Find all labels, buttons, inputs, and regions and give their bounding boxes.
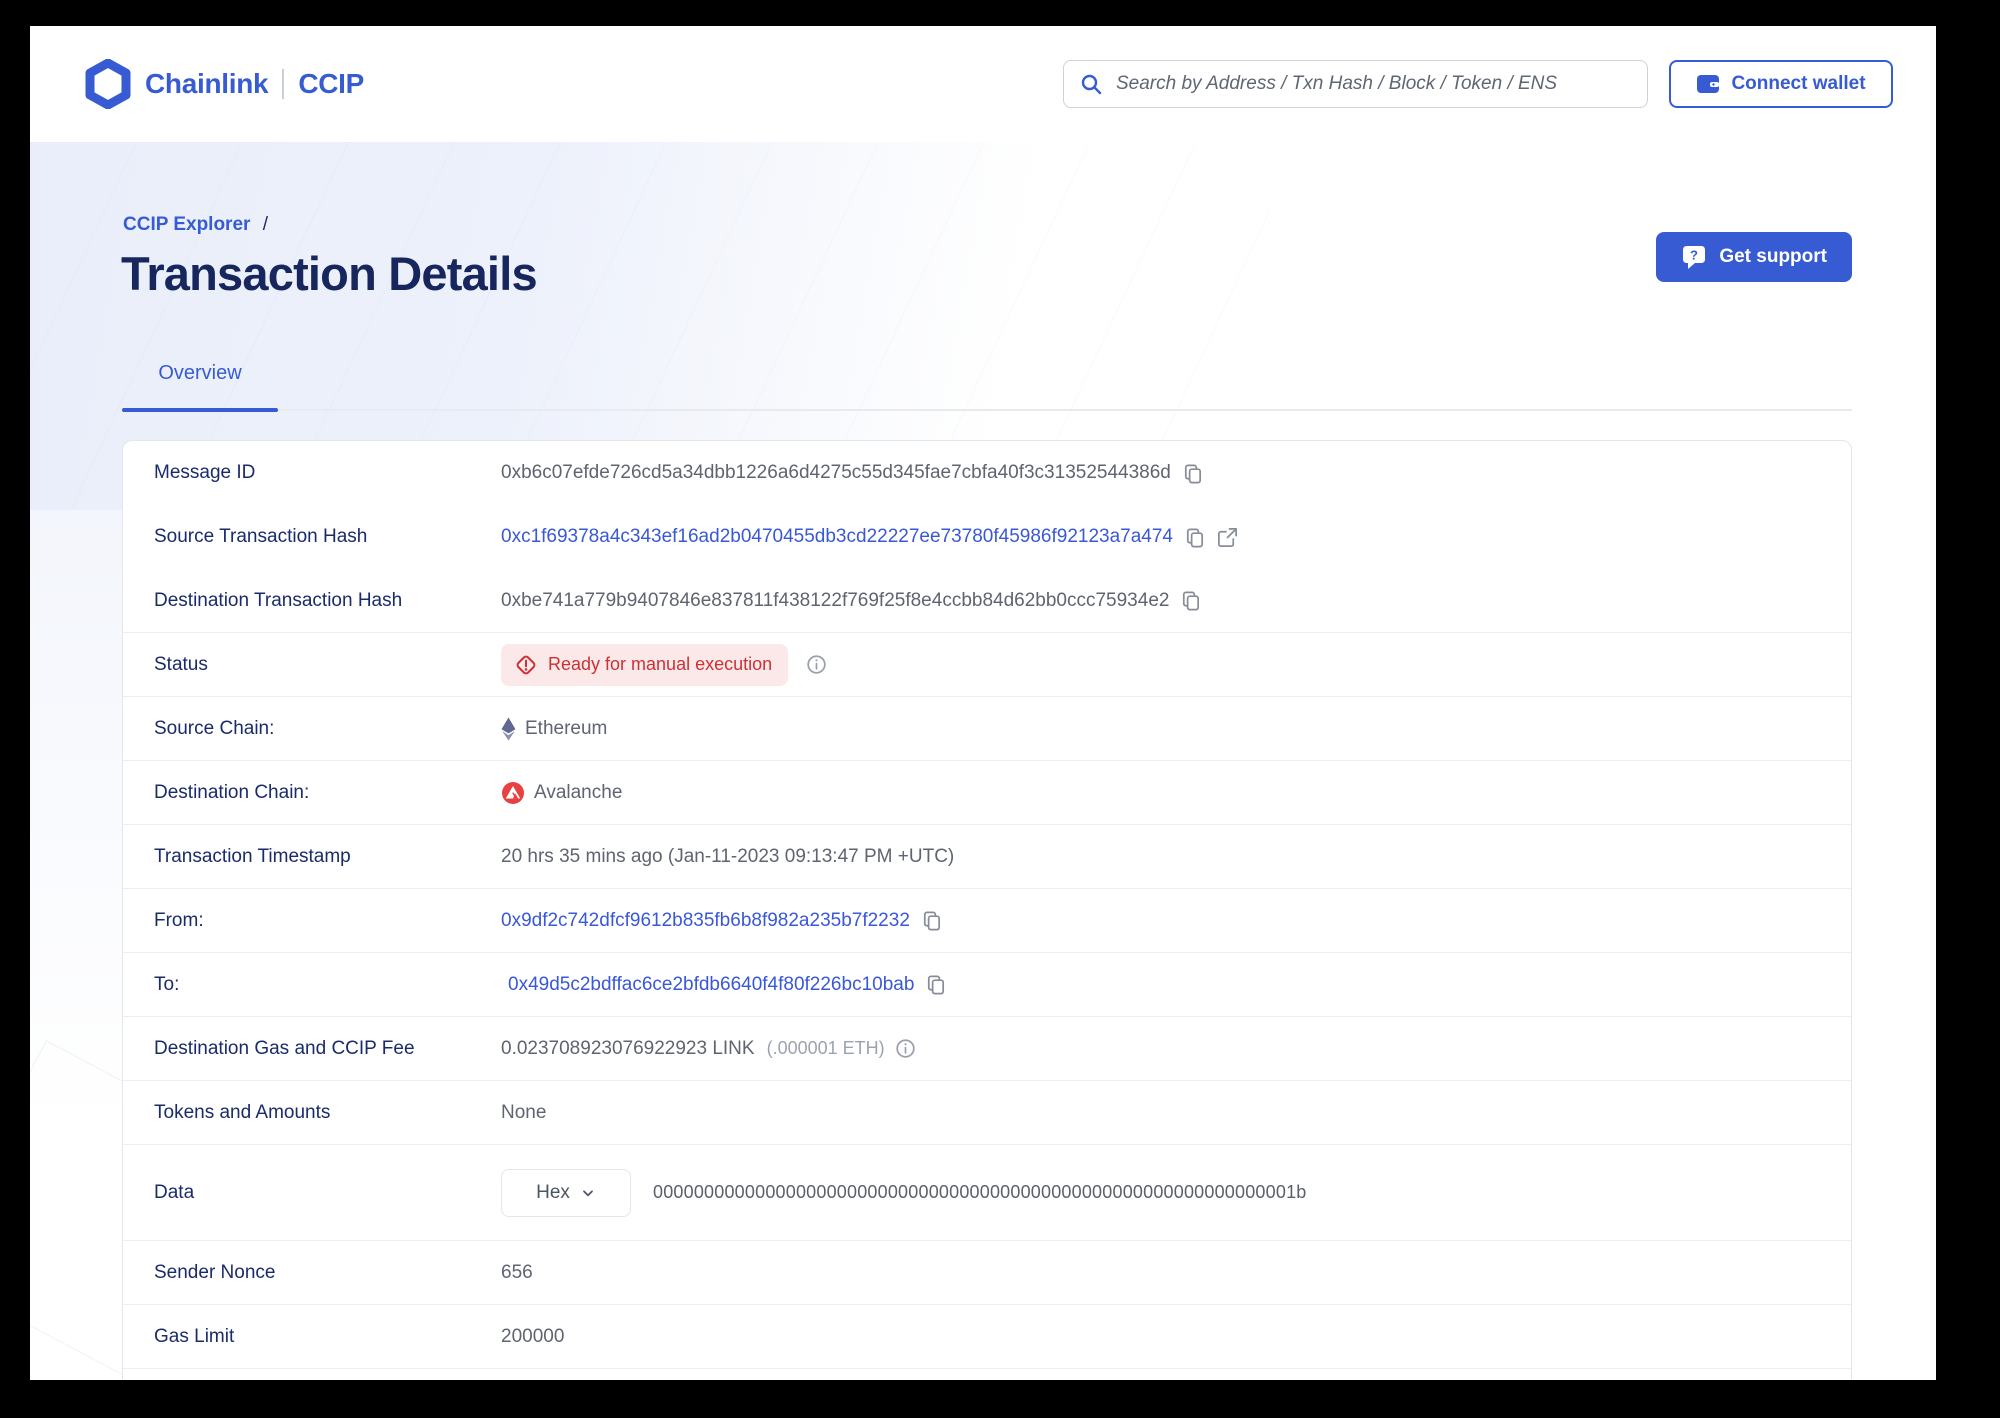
search-input[interactable] (1063, 60, 1648, 108)
gas-limit-value: 200000 (501, 1325, 565, 1347)
desktop-background: { "header": { "brand": { "name": "Chainl… (0, 0, 2000, 1418)
row-label: Transaction Timestamp (154, 845, 351, 867)
top-navigation-bar: Chainlink CCIP Connect wallet (30, 26, 1936, 142)
row-to: To: 0x49d5c2bdffac6ce2bfdb6640f4f80f226b… (123, 953, 1851, 1017)
get-support-label: Get support (1719, 246, 1827, 267)
external-link-icon[interactable] (1216, 526, 1239, 549)
question-chat-icon: ? (1681, 244, 1707, 270)
destination-transaction-hash-value: 0xbe741a779b9407846e837811f438122f769f25… (501, 589, 1170, 611)
search-icon (1079, 72, 1103, 101)
row-destination-transaction-hash: Destination Transaction Hash 0xbe741a779… (123, 569, 1851, 633)
fee-link-amount: 0.023708923076922923 LINK (501, 1037, 755, 1059)
tab-bar: Overview (122, 356, 1852, 412)
from-address-link[interactable]: 0x9df2c742dfcf9612b835fb6b8f982a235b7f22… (501, 910, 910, 932)
row-message-id: Message ID 0xb6c07efde726cd5a34dbb1226a6… (123, 441, 1851, 505)
page-title: Transaction Details (121, 247, 538, 300)
row-data: Data Hex 0000000000000000000000000000000… (123, 1145, 1851, 1241)
row-label: Tokens and Amounts (154, 1101, 331, 1123)
data-format-dropdown[interactable]: Hex (501, 1168, 631, 1217)
row-gas-limit: Gas Limit 200000 (123, 1305, 1851, 1369)
row-tokens-and-amounts: Tokens and Amounts None (123, 1081, 1851, 1145)
fee-eth-equivalent: (.000001 ETH) (766, 1038, 885, 1058)
row-label: To: (154, 973, 180, 995)
row-clipped (123, 1369, 1851, 1380)
chainlink-hexagon-icon (85, 59, 131, 109)
brand-product: CCIP (298, 68, 365, 99)
row-label: Source Transaction Hash (154, 526, 368, 547)
ccip-explorer-page: Chainlink CCIP Connect wallet (30, 26, 1936, 1380)
row-from: From: 0x9df2c742dfcf9612b835fb6b8f982a23… (123, 889, 1851, 953)
breadcrumb: CCIP Explorer / (123, 214, 268, 236)
row-status: Status Ready for manual execution (123, 633, 1851, 697)
data-hex-value: 0000000000000000000000000000000000000000… (653, 1182, 1307, 1202)
svg-text:?: ? (1690, 248, 1698, 263)
copy-icon[interactable] (924, 973, 947, 996)
source-chain-name: Ethereum (525, 717, 608, 739)
alert-diamond-icon (514, 653, 538, 677)
row-label: Sender Nonce (154, 1261, 276, 1283)
row-label: Gas Limit (154, 1325, 235, 1347)
message-id-value: 0xb6c07efde726cd5a34dbb1226a6d4275c55d34… (501, 462, 1171, 483)
tokens-and-amounts-value: None (501, 1101, 547, 1123)
row-transaction-timestamp: Transaction Timestamp 20 hrs 35 mins ago… (123, 825, 1851, 889)
connect-wallet-label: Connect wallet (1731, 73, 1866, 94)
source-transaction-hash-link[interactable]: 0xc1f69378a4c343ef16ad2b0470455db3cd2222… (501, 526, 1173, 548)
info-icon[interactable] (806, 654, 827, 675)
brand-divider (282, 69, 285, 99)
brand-name: Chainlink (145, 68, 269, 99)
copy-icon[interactable] (1181, 462, 1204, 485)
destination-chain-name: Avalanche (534, 781, 623, 803)
search-bar (1063, 60, 1648, 108)
info-icon[interactable] (895, 1038, 916, 1059)
row-destination-gas-and-ccip-fee: Destination Gas and CCIP Fee 0.023708923… (123, 1017, 1851, 1081)
transaction-timestamp-value: 20 hrs 35 mins ago (Jan-11-2023 09:13:47… (501, 845, 955, 867)
destination-chain-value: Avalanche (501, 781, 622, 805)
row-label: Data (154, 1181, 195, 1203)
data-format-selected: Hex (536, 1181, 570, 1203)
row-source-chain: Source Chain: Ethereum (123, 697, 1851, 761)
transaction-details-card: Message ID 0xb6c07efde726cd5a34dbb1226a6… (122, 440, 1852, 1380)
get-support-button[interactable]: ? Get support (1656, 232, 1852, 282)
status-badge: Ready for manual execution (501, 643, 789, 686)
chevron-down-icon (580, 1185, 596, 1201)
wallet-icon (1696, 73, 1720, 95)
row-sender-nonce: Sender Nonce 656 (123, 1241, 1851, 1305)
breadcrumb-ccip-explorer-link[interactable]: CCIP Explorer (123, 214, 250, 235)
row-source-transaction-hash: Source Transaction Hash 0xc1f69378a4c343… (123, 505, 1851, 569)
copy-icon[interactable] (1183, 526, 1206, 549)
copy-icon[interactable] (920, 909, 943, 932)
status-badge-label: Ready for manual execution (548, 654, 773, 674)
row-label: Status (154, 653, 208, 675)
row-label: Destination Gas and CCIP Fee (154, 1037, 415, 1059)
copy-icon[interactable] (1179, 589, 1202, 612)
row-label: From: (154, 909, 204, 931)
breadcrumb-separator: / (262, 214, 268, 235)
ethereum-icon (501, 717, 516, 741)
row-label: Message ID (154, 462, 256, 483)
row-label: Source Chain: (154, 717, 275, 739)
avalanche-icon (501, 781, 525, 805)
tab-overview[interactable]: Overview (122, 356, 278, 412)
connect-wallet-button[interactable]: Connect wallet (1669, 60, 1893, 108)
source-chain-value: Ethereum (501, 717, 607, 741)
sender-nonce-value: 656 (501, 1261, 533, 1283)
row-label: Destination Chain: (154, 781, 310, 803)
chainlink-ccip-logo[interactable]: Chainlink CCIP (85, 59, 364, 109)
hero-left-tint (30, 510, 122, 1130)
to-address-link[interactable]: 0x49d5c2bdffac6ce2bfdb6640f4f80f226bc10b… (508, 974, 914, 996)
row-destination-chain: Destination Chain: Avalanche (123, 761, 1851, 825)
row-label: Destination Transaction Hash (154, 589, 403, 611)
